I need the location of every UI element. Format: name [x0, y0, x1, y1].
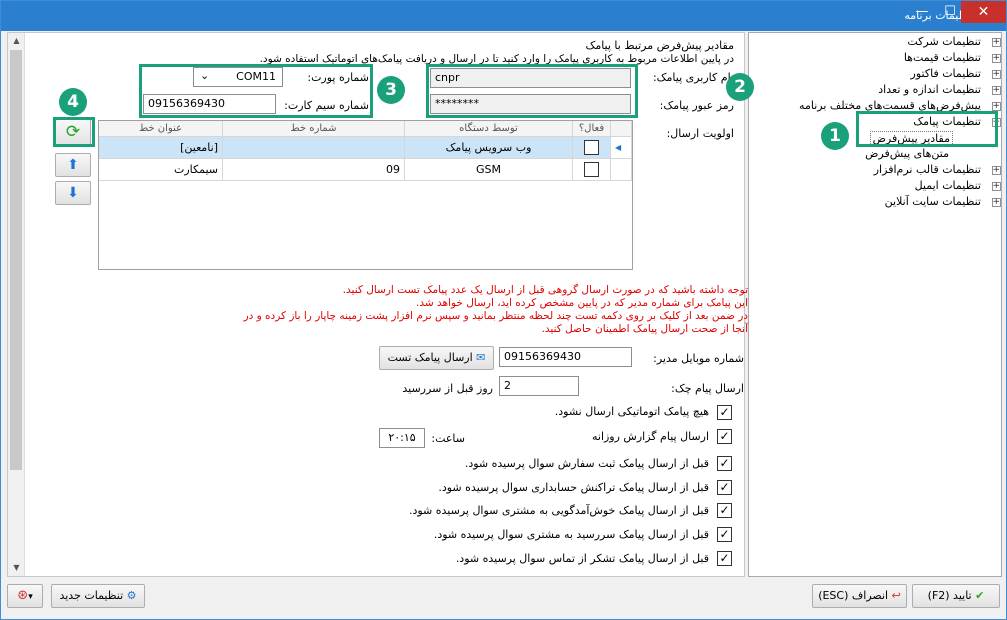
checkmark-icon: ✔	[975, 589, 985, 602]
highlight-box-3	[139, 64, 373, 118]
highlight-box-2	[426, 64, 638, 118]
sms-password-label: رمز عبور پیامک:	[659, 99, 734, 112]
highlight-box-4	[53, 117, 95, 147]
label-ask-thanks: قبل از ارسال پیامک تشکر از تماس سوال پرس…	[455, 552, 709, 565]
checkbox-ask-transaction[interactable]: ✓	[717, 480, 732, 495]
arrow-down-icon: ⬇	[67, 185, 79, 201]
cell-line-no[interactable]: 09	[223, 159, 405, 181]
mail-icon: ✉	[476, 351, 486, 364]
expand-icon[interactable]: +	[992, 166, 1001, 175]
help-dropdown-button[interactable]: ⊛▾	[7, 584, 43, 608]
expand-icon[interactable]: +	[992, 70, 1001, 79]
highlight-box-1	[856, 111, 998, 147]
vertical-scrollbar[interactable]: ▲ ▼	[8, 33, 25, 576]
check-days-input[interactable]: 2	[499, 376, 579, 396]
undo-icon: ↩	[891, 589, 901, 602]
active-checkbox[interactable]	[584, 162, 599, 177]
minimize-button[interactable]: —	[907, 1, 937, 23]
label-ask-transaction: قبل از ارسال پیامک تراکنش حسابداری سوال …	[438, 481, 709, 494]
label-ask-welcome: قبل از ارسال پیامک خوش‌آمدگویی به مشتری …	[408, 504, 709, 517]
cell-line-title[interactable]: سیمکارت	[99, 159, 223, 181]
move-down-button[interactable]: ⬇	[55, 181, 91, 205]
checkbox-ask-due[interactable]: ✓	[717, 527, 732, 542]
tree-item-sms-texts[interactable]: متن‌های پیش‌فرض	[865, 147, 949, 160]
send-priority-grid[interactable]: عنوان خط شماره خط توسط دستگاه فعال؟ [نام…	[98, 120, 633, 270]
time-input[interactable]: ۲۰:۱۵	[379, 428, 425, 448]
check-reminder-label: ارسال پیام چک:	[671, 382, 744, 395]
arrow-up-icon: ⬆	[67, 157, 79, 173]
badge-3: 3	[377, 76, 405, 104]
title-bar: تنظیمات برنامه — ☐ ✕	[1, 1, 1006, 31]
footer-bar: ⊛▾ ⚙ تنظیمات جدید ↩ انصراف (ESC) ✔ تایید…	[1, 579, 1006, 619]
tree-item-online-site[interactable]: تنظیمات سایت آنلاین	[885, 195, 981, 208]
badge-1: 1	[821, 122, 849, 150]
col-header-indicator	[611, 121, 632, 137]
gear-icon: ⚙	[126, 589, 137, 602]
tree-item-company[interactable]: تنظیمات شرکت	[907, 35, 981, 48]
expand-icon[interactable]: +	[992, 86, 1001, 95]
badge-4: 4	[59, 88, 87, 116]
cancel-button[interactable]: ↩ انصراف (ESC)	[812, 584, 907, 608]
scroll-down-icon[interactable]: ▼	[8, 560, 25, 575]
badge-2: 2	[726, 73, 754, 101]
tree-item-email[interactable]: تنظیمات ایمیل	[915, 179, 981, 192]
note-line-3: در ضمن بعد از کلیک بر روی دکمه تست چند ل…	[243, 310, 748, 322]
new-settings-button[interactable]: ⚙ تنظیمات جدید	[51, 584, 145, 608]
expand-icon[interactable]: +	[992, 182, 1001, 191]
col-header-line-title[interactable]: عنوان خط	[99, 121, 223, 137]
tree-item-theme[interactable]: تنظیمات قالب نرم‌افزار	[874, 163, 981, 176]
expand-icon[interactable]: +	[992, 198, 1001, 207]
time-label: ساعت:	[431, 432, 465, 445]
manager-mobile-input[interactable]: 09156369430	[499, 347, 632, 367]
cell-line-title[interactable]: [نامعین]	[99, 137, 223, 159]
cell-device[interactable]: وب سرویس پیامک	[405, 137, 573, 159]
settings-window: تنظیمات برنامه — ☐ ✕ + تنظیمات شرکت + تن…	[0, 0, 1007, 620]
checkbox-daily-report[interactable]: ✓	[717, 429, 732, 444]
note-line-2: این پیامک برای شماره مدیر که در پایین مش…	[416, 297, 748, 309]
checkbox-ask-order[interactable]: ✓	[717, 456, 732, 471]
move-up-button[interactable]: ⬆	[55, 153, 91, 177]
row-indicator	[611, 159, 632, 181]
expand-icon[interactable]: +	[992, 102, 1001, 111]
chevron-down-icon: ▾	[28, 592, 33, 602]
label-daily-report: ارسال پیام گزارش روزانه	[591, 430, 709, 443]
tree-item-prices[interactable]: تنظیمات قیمت‌ها	[904, 51, 981, 64]
col-header-device[interactable]: توسط دستگاه	[405, 121, 573, 137]
section-title: مقادیر پیش‌فرض مرتبط با پیامک	[585, 39, 734, 52]
row-indicator-icon: ◀	[611, 137, 632, 159]
label-no-auto-sms: هیچ پیامک اتوماتیکی ارسال نشود.	[554, 405, 709, 418]
cell-line-no[interactable]	[223, 137, 405, 159]
scroll-up-icon[interactable]: ▲	[8, 33, 25, 48]
sms-username-label: نام کاربری پیامک:	[652, 71, 734, 84]
checkbox-ask-thanks[interactable]: ✓	[717, 551, 732, 566]
manager-mobile-label: شماره موبایل مدیر:	[653, 352, 744, 365]
tree-item-invoice[interactable]: تنظیمات فاکتور	[911, 67, 981, 80]
checkbox-no-auto-sms[interactable]: ✓	[717, 405, 732, 420]
col-header-line-no[interactable]: شماره خط	[223, 121, 405, 137]
tree-item-size-count[interactable]: تنظیمات اندازه و تعداد	[878, 83, 981, 96]
priority-label: اولویت ارسال:	[666, 127, 734, 140]
check-days-suffix: روز قبل از سررسید	[402, 382, 493, 395]
ok-button[interactable]: ✔ تایید (F2)	[912, 584, 1000, 608]
cell-active[interactable]	[573, 137, 611, 159]
label-ask-order: قبل از ارسال پیامک ثبت سفارش سوال پرسیده…	[464, 457, 709, 470]
cell-active[interactable]	[573, 159, 611, 181]
col-header-active[interactable]: فعال؟	[573, 121, 611, 137]
close-button[interactable]: ✕	[961, 1, 1006, 23]
send-test-sms-button[interactable]: ✉ ارسال پیامک تست	[379, 346, 494, 370]
checkbox-ask-welcome[interactable]: ✓	[717, 503, 732, 518]
scroll-thumb[interactable]	[10, 50, 22, 470]
note-line-4: آنجا از صحت ارسال پیامک اطمینان حاصل کنی…	[541, 323, 748, 335]
label-ask-due: قبل از ارسال پیامک سررسید به مشتری سوال …	[433, 528, 709, 541]
expand-icon[interactable]: +	[992, 38, 1001, 47]
expand-icon[interactable]: +	[992, 54, 1001, 63]
active-checkbox[interactable]	[584, 140, 599, 155]
cell-device[interactable]: GSM	[405, 159, 573, 181]
lifebuoy-icon: ⊛	[17, 588, 29, 603]
note-line-1: توجه داشته باشید که در صورت ارسال گروهی …	[342, 284, 748, 296]
